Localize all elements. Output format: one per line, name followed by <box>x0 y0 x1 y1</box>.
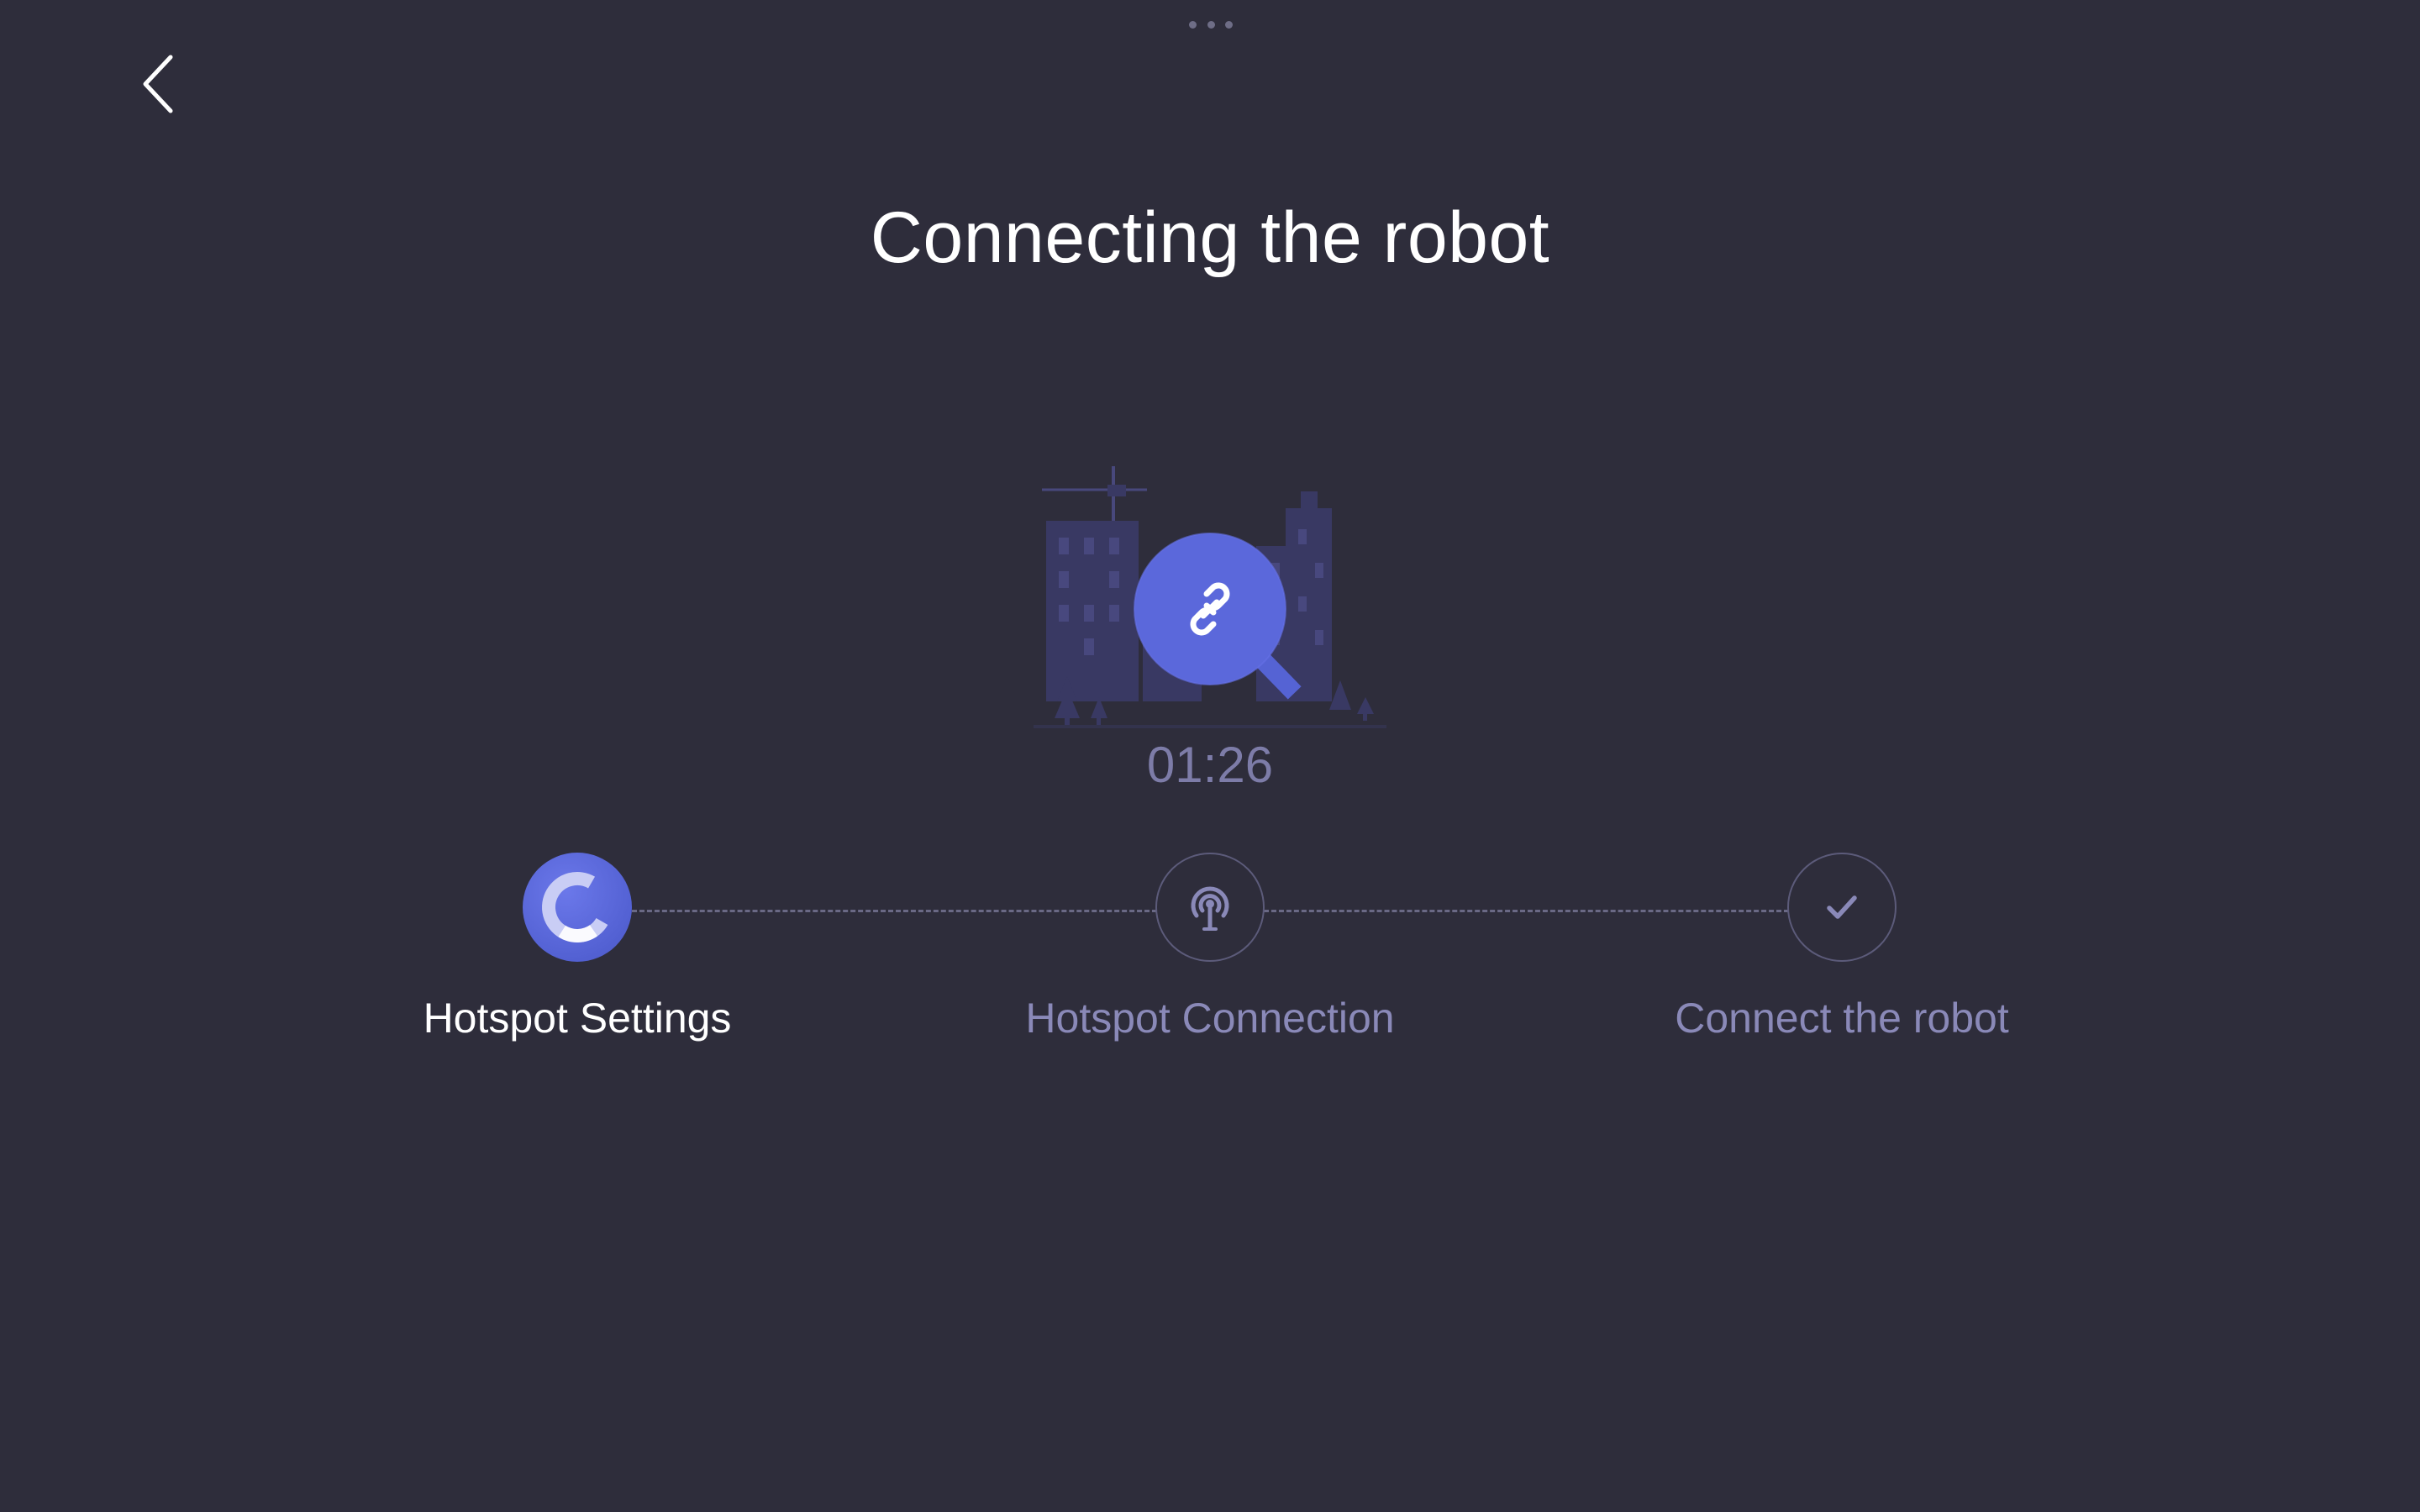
hotspot-antenna-icon <box>1191 886 1229 931</box>
dot <box>1225 20 1233 29</box>
step-connector <box>1264 910 1789 912</box>
step-label-hotspot-settings: Hotspot Settings <box>423 995 732 1042</box>
step-label-connect-robot: Connect the robot <box>1675 995 2009 1042</box>
step-connector <box>632 910 1157 912</box>
loading-spinner-icon <box>542 872 613 942</box>
dot <box>1189 20 1197 29</box>
step-label-hotspot-connection: Hotspot Connection <box>1025 995 1395 1042</box>
illustration <box>1034 458 1386 743</box>
checkmark-icon <box>1827 895 1857 919</box>
back-button[interactable] <box>118 42 202 126</box>
link-search-icon <box>1190 582 1230 636</box>
connecting-robot-screen: Connecting the robot 01:26 Hotspot Setti… <box>0 0 2420 1512</box>
countdown-timer: 01:26 <box>1146 737 1274 793</box>
dot <box>1207 20 1215 29</box>
chevron-left-icon <box>143 55 173 113</box>
step-hotspot-settings <box>523 853 632 962</box>
more-dots-icon[interactable] <box>1189 18 1233 30</box>
step-hotspot-connection <box>1155 853 1265 962</box>
connection-stepper: Hotspot Settings Hotspot Connection Conn… <box>0 853 2420 1063</box>
step-connect-robot <box>1787 853 1897 962</box>
page-title: Connecting the robot <box>870 197 1550 278</box>
